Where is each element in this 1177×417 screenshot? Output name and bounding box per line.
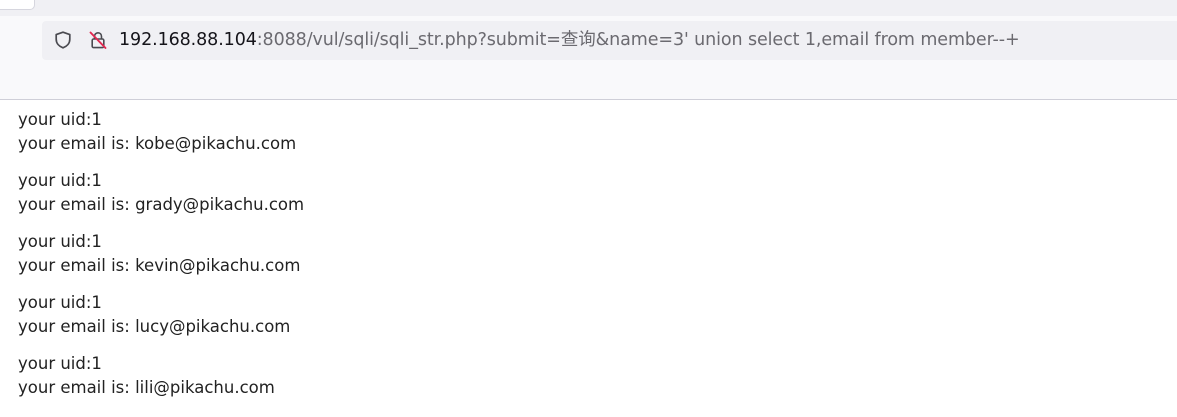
- address-bar[interactable]: 192.168.88.104:8088/vul/sqli/sqli_str.ph…: [42, 21, 1177, 60]
- email-line: your email is: lucy@pikachu.com: [18, 317, 291, 336]
- email-line: your email is: kobe@pikachu.com: [18, 134, 297, 153]
- page-content: your uid:1 your email is: kobe@pikachu.c…: [18, 108, 304, 413]
- uid-line: your uid:1: [18, 354, 102, 373]
- insecure-connection-lock-icon[interactable]: [88, 30, 108, 50]
- result-record: your uid:1 your email is: lucy@pikachu.c…: [18, 291, 304, 339]
- uid-line: your uid:1: [18, 293, 102, 312]
- tab-strip: [0, 0, 1177, 16]
- result-record: your uid:1 your email is: lili@pikachu.c…: [18, 352, 304, 400]
- tracking-protection-shield-icon[interactable]: [54, 31, 72, 49]
- uid-line: your uid:1: [18, 232, 102, 251]
- email-line: your email is: lili@pikachu.com: [18, 378, 275, 397]
- result-record: your uid:1 your email is: kevin@pikachu.…: [18, 230, 304, 278]
- result-record: your uid:1 your email is: kobe@pikachu.c…: [18, 108, 304, 156]
- result-record: your uid:1 your email is: grady@pikachu.…: [18, 169, 304, 217]
- url-host: 192.168.88.104: [119, 30, 257, 50]
- uid-line: your uid:1: [18, 110, 102, 129]
- uid-line: your uid:1: [18, 171, 102, 190]
- email-line: your email is: grady@pikachu.com: [18, 195, 305, 214]
- browser-toolbar: 192.168.88.104:8088/vul/sqli/sqli_str.ph…: [0, 0, 1177, 100]
- email-line: your email is: kevin@pikachu.com: [18, 256, 301, 275]
- url-text[interactable]: 192.168.88.104:8088/vul/sqli/sqli_str.ph…: [119, 29, 1020, 51]
- active-tab[interactable]: [0, 0, 35, 10]
- url-path-query: :8088/vul/sqli/sqli_str.php?submit=查询&na…: [256, 30, 1020, 50]
